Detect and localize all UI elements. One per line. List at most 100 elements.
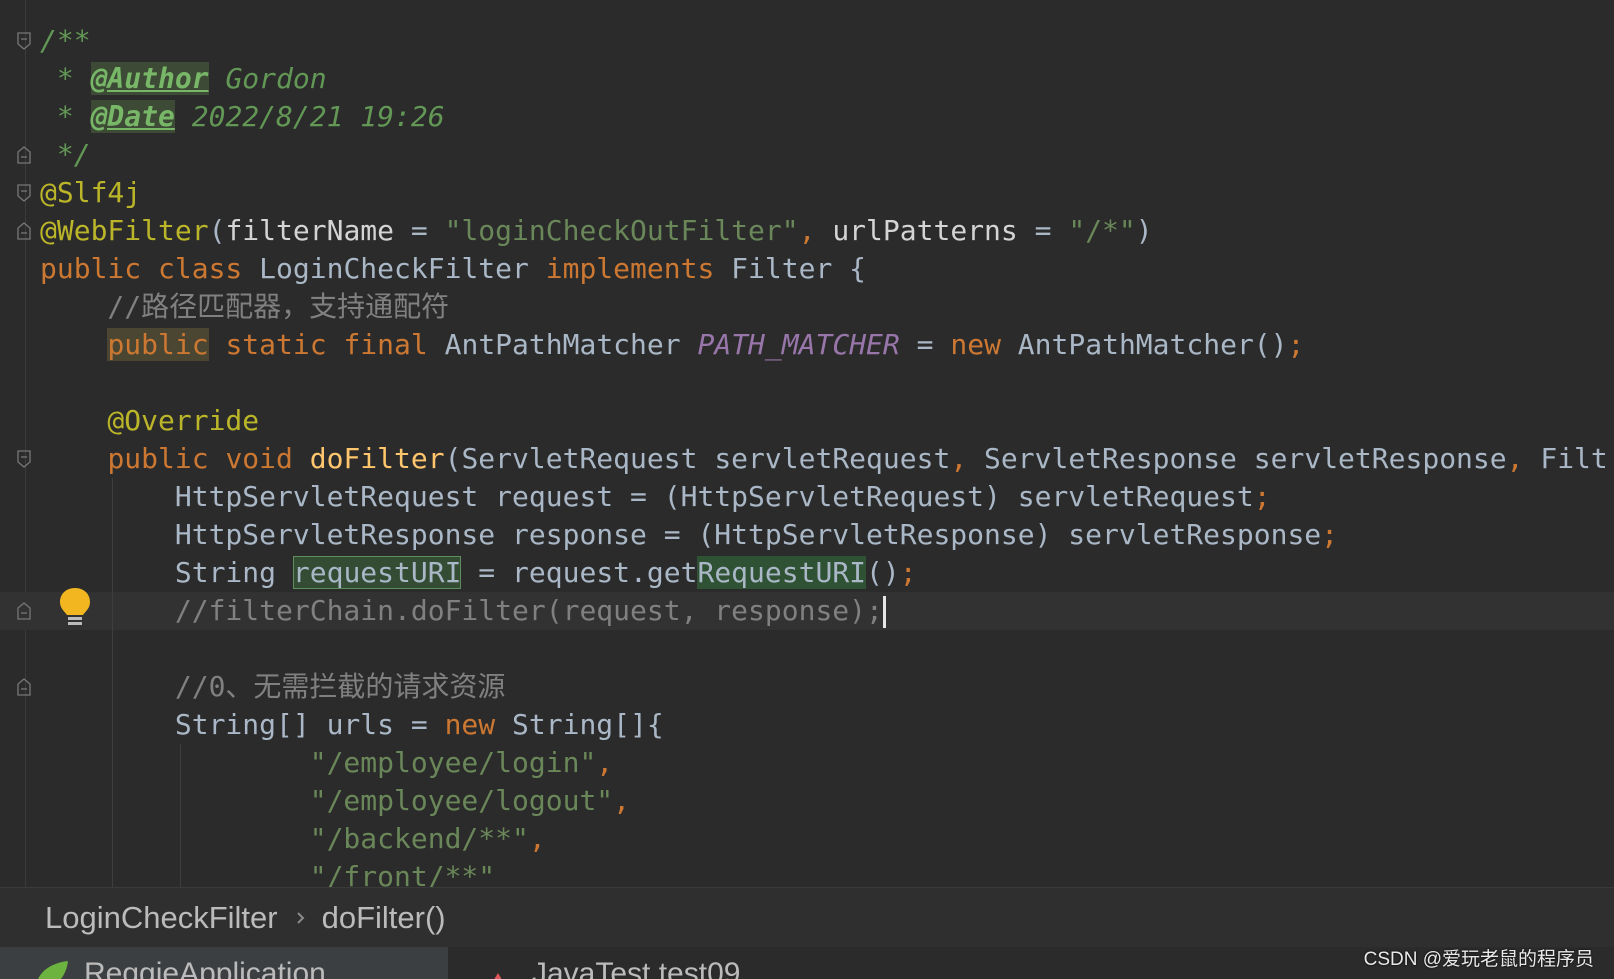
code-token: String[] urls = [40, 708, 445, 741]
code-token: 2022/8/21 19:26 [174, 100, 445, 133]
code-token: * [40, 62, 91, 95]
code-token: @WebFilter [40, 214, 209, 247]
code-line[interactable]: @Override [40, 402, 1614, 440]
code-token: ; [899, 556, 917, 589]
code-token: , [528, 822, 546, 855]
code-token: ; [1253, 480, 1271, 513]
code-line[interactable] [40, 364, 1614, 402]
code-token: Filt [1523, 442, 1608, 475]
code-line[interactable]: public void doFilter(ServletRequest serv… [40, 440, 1614, 478]
fold-marker-icon[interactable] [16, 450, 32, 468]
code-token: String[]{ [512, 708, 664, 741]
chevron-right-icon [296, 911, 305, 924]
code-token: @Override [40, 404, 260, 437]
code-line[interactable]: HttpServletResponse response = (HttpServ… [40, 516, 1614, 554]
junit-test-icon [494, 973, 502, 979]
code-token: = [394, 214, 445, 247]
code-line[interactable]: //路径匹配器，支持通配符 [40, 288, 1614, 326]
code-line[interactable]: //filterChain.doFilter(request, response… [40, 592, 1614, 630]
code-line[interactable]: public static final AntPathMatcher PATH_… [40, 326, 1614, 364]
code-line[interactable]: "/front/**" [40, 858, 1614, 887]
fold-marker-icon[interactable] [16, 678, 32, 696]
code-line[interactable]: "/employee/logout", [40, 782, 1614, 820]
code-token: = request.get [461, 556, 698, 589]
code-token: @Slf4j [40, 176, 142, 209]
code-line[interactable]: * @Author Gordon [40, 60, 1614, 98]
code-token: , [798, 214, 816, 247]
code-token: //filterChain.doFilter(request, response… [40, 594, 883, 627]
code-token: doFilter [309, 442, 445, 475]
code-token: HttpServletRequest request = (HttpServle… [40, 480, 1254, 513]
code-line[interactable]: //0、无需拦截的请求资源 [40, 668, 1614, 706]
fold-marker-icon[interactable] [16, 222, 32, 240]
code-token: String [40, 556, 293, 589]
code-token: requestURI [292, 556, 462, 589]
code-token: , [613, 784, 631, 817]
code-token: urlPatterns [832, 214, 1018, 247]
code-token: Filter { [731, 252, 867, 285]
code-token: "/employee/logout" [40, 784, 614, 817]
code-token: , [596, 746, 614, 779]
fold-marker-icon[interactable] [16, 184, 32, 202]
tab-reggie-application[interactable]: ReggieApplication [0, 947, 448, 979]
code-line[interactable]: /** [40, 22, 1614, 60]
code-line[interactable]: HttpServletRequest request = (HttpServle… [40, 478, 1614, 516]
code-token: static final [208, 328, 445, 361]
tab-label: JavaTest.test09 [532, 957, 741, 979]
code-line[interactable]: "/backend/**", [40, 820, 1614, 858]
code-token: "/employee/login" [40, 746, 597, 779]
code-line[interactable]: * @Date 2022/8/21 19:26 [40, 98, 1614, 136]
code-line[interactable]: @WebFilter(filterName = "loginCheckOutFi… [40, 212, 1614, 250]
breadcrumb-item-class[interactable]: LoginCheckFilter [45, 900, 278, 936]
code-token: @Author [90, 62, 209, 95]
code-token: "/front/**" [40, 860, 496, 887]
code-line[interactable]: public class LoginCheckFilter implements… [40, 250, 1614, 288]
code-lines[interactable]: /** * @Author Gordon * @Date 2022/8/21 1… [40, 22, 1614, 887]
code-token: AntPathMatcher() [1017, 328, 1288, 361]
code-line[interactable]: String[] urls = new String[]{ [40, 706, 1614, 744]
code-line[interactable]: */ [40, 136, 1614, 174]
code-token: , [950, 442, 968, 475]
code-token: = [899, 328, 951, 361]
code-token: /** [40, 24, 91, 57]
watermark: CSDN @爱玩老鼠的程序员 [1363, 949, 1594, 970]
code-line[interactable]: @Slf4j [40, 174, 1614, 212]
code-token: */ [40, 138, 91, 171]
code-token: ; [1287, 328, 1305, 361]
code-token: ServletResponse servletResponse [967, 442, 1507, 475]
code-token: new [950, 328, 1018, 361]
code-line[interactable]: "/employee/login", [40, 744, 1614, 782]
tab-javatest-test09[interactable]: JavaTest.test09 [448, 947, 908, 979]
fold-marker-icon[interactable] [16, 32, 32, 50]
code-token: ; [1321, 518, 1339, 551]
code-token: //路径匹配器，支持通配符 [40, 290, 450, 323]
breadcrumb-item-method[interactable]: doFilter() [322, 900, 446, 936]
text-caret [882, 596, 886, 628]
code-token: new [444, 708, 513, 741]
code-token: = [1017, 214, 1069, 247]
code-token: , [1506, 442, 1524, 475]
code-token: Gordon [208, 62, 327, 95]
fold-marker-icon[interactable] [16, 146, 32, 164]
code-token: ) [1135, 214, 1153, 247]
code-token: () [866, 556, 900, 589]
gutter-divider [25, 0, 26, 887]
code-token: implements [545, 252, 732, 285]
code-token: "loginCheckOutFilter" [444, 214, 799, 247]
spring-boot-icon [38, 961, 68, 979]
code-token: AntPathMatcher [444, 328, 698, 361]
code-editor[interactable]: /** * @Author Gordon * @Date 2022/8/21 1… [0, 0, 1614, 887]
fold-marker-icon[interactable] [16, 602, 32, 620]
breadcrumb: LoginCheckFilter doFilter() [0, 887, 1614, 947]
code-line[interactable] [40, 630, 1614, 668]
code-token: "/backend/**" [40, 822, 529, 855]
code-token: public void [107, 442, 310, 475]
code-token: filterName [225, 214, 395, 247]
code-token: @Date [90, 100, 175, 133]
tab-label: ReggieApplication [84, 957, 326, 979]
code-line[interactable]: String requestURI = request.getRequestUR… [40, 554, 1614, 592]
code-token: public class [40, 252, 260, 285]
